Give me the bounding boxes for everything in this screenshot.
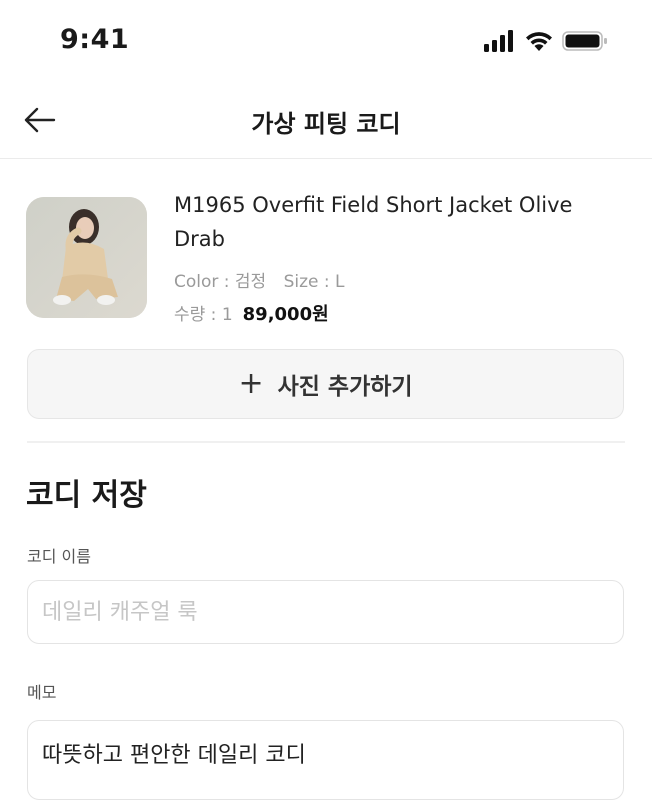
- memo-input[interactable]: 따뜻하고 편안한 데일리 코디: [27, 720, 624, 800]
- page-title: 가상 피팅 코디: [251, 110, 401, 138]
- plus-icon: +: [238, 366, 264, 401]
- product-price: 89,000원: [242, 304, 329, 325]
- product-photo: [26, 197, 147, 318]
- status-icons: [484, 30, 608, 52]
- cellular-signal-icon: [484, 30, 513, 52]
- header-divider: [0, 158, 652, 159]
- add-photo-button[interactable]: + 사진 추가하기: [27, 349, 624, 419]
- section-divider: [27, 441, 625, 443]
- product-name: M1965 Overfit Field Short Jacket Olive D…: [174, 193, 573, 251]
- memo-label: 메모: [27, 683, 57, 702]
- product-options: Color : 검정 Size : L: [174, 267, 345, 292]
- product-size: Size : L: [283, 272, 345, 292]
- add-photo-label: 사진 추가하기: [277, 374, 413, 400]
- battery-icon: [562, 31, 607, 51]
- product-color: Color : 검정: [174, 272, 267, 292]
- product-thumbnail: [26, 197, 147, 318]
- coordi-name-input[interactable]: [27, 580, 624, 644]
- section-title: 코디 저장: [26, 478, 147, 513]
- product-quantity-price: 수량 : 1 89,000원: [174, 300, 329, 326]
- product-quantity: 수량 : 1: [174, 305, 233, 325]
- status-time: 9:41: [60, 24, 130, 55]
- coordi-name-label: 코디 이름: [27, 547, 91, 566]
- wifi-icon: [526, 32, 552, 51]
